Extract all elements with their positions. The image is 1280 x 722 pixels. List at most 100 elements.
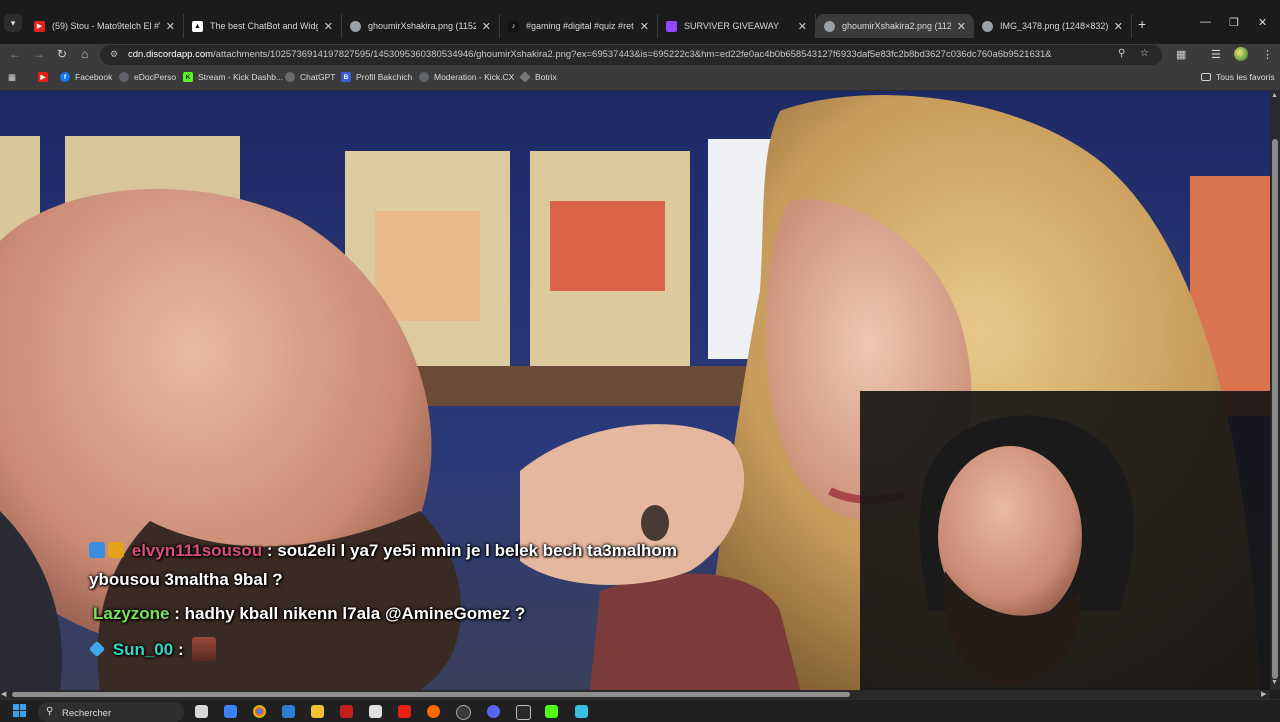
home-icon[interactable]: ⌂ <box>81 47 88 61</box>
taskbar-search[interactable]: ⚲ Rechercher <box>38 702 184 722</box>
close-icon[interactable]: ✕ <box>1114 20 1123 33</box>
epic-games-icon[interactable] <box>516 705 531 720</box>
tab-title: SURVIVER GIVEAWAY <box>684 21 780 31</box>
chat-username: Sun_00 <box>112 640 174 659</box>
globe-icon <box>824 20 835 32</box>
url-host: cdn.discordapp.com <box>128 49 214 60</box>
profile-avatar[interactable] <box>1234 47 1248 61</box>
tab-title: IMG_3478.png (1248×832) <box>1000 21 1108 31</box>
store-icon[interactable] <box>282 705 295 718</box>
tab-title: The best ChatBot and Widgets <box>210 21 318 31</box>
chrome-icon[interactable] <box>253 705 266 718</box>
app-red-icon[interactable] <box>340 705 353 718</box>
scroll-up-icon[interactable]: ▲ <box>1271 92 1278 99</box>
restore-icon[interactable]: ❐ <box>1229 16 1239 29</box>
firefox-icon[interactable] <box>427 705 440 718</box>
tab-chatbot[interactable]: ▲ The best ChatBot and Widgets ✕ <box>184 14 342 38</box>
globe-icon <box>982 20 993 32</box>
app-grid-icon[interactable] <box>369 705 382 718</box>
task-view-icon[interactable] <box>195 705 208 718</box>
horizontal-scrollbar[interactable]: ◀ ▶ <box>0 690 1270 699</box>
scroll-right-icon[interactable]: ▶ <box>1261 690 1266 698</box>
close-icon[interactable]: ✕ <box>324 20 333 33</box>
window-close-icon[interactable]: ✕ <box>1258 16 1267 29</box>
bookmark-youtube[interactable]: ▶ <box>38 72 53 82</box>
close-icon[interactable]: ✕ <box>166 20 175 33</box>
tiktok-icon: ♪ <box>508 20 519 32</box>
displayed-photo <box>0 91 1270 690</box>
bookmark-label: Botrix <box>535 72 557 82</box>
youtube-icon[interactable] <box>398 705 411 718</box>
bookmark-facebook[interactable]: f Facebook <box>60 72 112 82</box>
kick-icon[interactable] <box>545 705 558 718</box>
extensions-icon[interactable]: ▦ <box>1176 48 1186 61</box>
file-explorer-icon[interactable] <box>311 705 324 718</box>
chat-username: Lazyzone <box>93 604 170 623</box>
close-icon[interactable]: ✕ <box>957 20 966 33</box>
tab-ghoumir-png[interactable]: ghoumirXshakira.png (1152×8 ✕ <box>342 14 500 38</box>
all-bookmarks[interactable]: Tous les favoris <box>1201 72 1275 82</box>
all-bookmarks-label: Tous les favoris <box>1216 72 1275 82</box>
tab-search-button[interactable]: ▾ <box>4 14 22 32</box>
botrix-icon <box>519 71 531 83</box>
copilot-icon[interactable] <box>224 705 237 718</box>
menu-icon[interactable]: ⋮ <box>1262 48 1273 61</box>
tab-strip: ▾ ▶ (59) Stou - Mato9telch El #Vib ✕ ▲ T… <box>0 0 1280 45</box>
tab-img-3478[interactable]: IMG_3478.png (1248×832) ✕ <box>974 14 1132 38</box>
discord-icon[interactable] <box>487 705 500 718</box>
bookmark-label: Moderation - Kick.CX <box>434 72 515 82</box>
reload-icon[interactable]: ↻ <box>57 47 67 61</box>
steam-icon[interactable] <box>456 705 471 720</box>
forward-icon[interactable]: → <box>33 47 45 61</box>
close-icon[interactable]: ✕ <box>640 20 649 33</box>
address-bar[interactable]: ⚙ cdn.discordapp.com/attachments/1025736… <box>100 45 1162 65</box>
bookmarks-bar: ▦ ▶ f Facebook eDocPerso K Stream - Kick… <box>0 66 1280 91</box>
tab-title: ghoumirXshakira.png (1152×8 <box>368 21 476 31</box>
bookmark-star-icon[interactable]: ☆ <box>1140 48 1149 59</box>
bookmark-edocperso[interactable]: eDocPerso <box>119 72 176 82</box>
close-icon[interactable]: ✕ <box>482 20 491 33</box>
new-tab-button[interactable]: + <box>1138 16 1146 32</box>
apps-icon[interactable]: ▦ <box>8 72 16 83</box>
tab-ghoumir2-png[interactable]: ghoumirXshakira2.png (1120×8 ✕ <box>816 14 974 38</box>
gear-icon <box>119 72 129 82</box>
image-viewer[interactable]: elvyn111sousou : sou2eli l ya7 ye5i mnin… <box>0 91 1270 690</box>
youtube-icon: ▶ <box>34 20 45 32</box>
bookmark-botrix[interactable]: Botrix <box>519 71 557 83</box>
youtube-icon: ▶ <box>38 72 48 82</box>
back-icon[interactable]: ← <box>9 47 21 61</box>
chat-text: : sou2eli l ya7 ye5i mnin je l belek bec… <box>266 541 677 560</box>
reading-list-icon[interactable]: ☰ <box>1211 48 1221 61</box>
tab-list: ▶ (59) Stou - Mato9telch El #Vib ✕ ▲ The… <box>26 14 1132 38</box>
notepad-icon[interactable] <box>575 705 588 718</box>
site-info-icon[interactable]: ⚙ <box>110 49 118 60</box>
bookmark-chatgpt[interactable]: ChatGPT <box>285 72 335 82</box>
scrollbar-thumb[interactable] <box>12 692 850 697</box>
close-icon[interactable]: ✕ <box>798 20 807 33</box>
vertical-scrollbar[interactable]: ▲ ▼ <box>1270 91 1280 690</box>
scroll-left-icon[interactable]: ◀ <box>1 690 6 698</box>
bookmark-label: eDocPerso <box>134 72 177 82</box>
tab-youtube[interactable]: ▶ (59) Stou - Mato9telch El #Vib ✕ <box>26 14 184 38</box>
tab-title: (59) Stou - Mato9telch El #Vib <box>52 21 160 31</box>
bookmark-label: Profil Bakchich <box>356 72 413 82</box>
bookmark-kick-dashboard[interactable]: K Stream - Kick Dashb... <box>183 72 283 82</box>
chatgpt-icon <box>285 72 295 82</box>
chat-text: ybousou 3maltha 9bal ? <box>89 570 283 589</box>
scrollbar-thumb[interactable] <box>1272 139 1278 679</box>
tab-giveaway[interactable]: SURVIVER GIVEAWAY ✕ <box>658 14 816 38</box>
bookmark-profil-bakchich[interactable]: B Profil Bakchich <box>341 72 412 82</box>
globe-icon <box>350 20 361 32</box>
chat-text: : <box>177 640 184 659</box>
bookmark-moderation-kick[interactable]: Moderation - Kick.CX <box>419 72 514 82</box>
tab-tiktok[interactable]: ♪ #gaming #digital #quiz #retro ✕ <box>500 14 658 38</box>
zoom-icon[interactable]: ⚲ <box>1118 48 1125 59</box>
scroll-down-icon[interactable]: ▼ <box>1271 679 1278 686</box>
kick-icon: K <box>183 72 193 82</box>
minimize-icon[interactable]: — <box>1200 16 1211 28</box>
url-text[interactable]: cdn.discordapp.com/attachments/102573691… <box>128 49 1108 60</box>
url-path: /attachments/1025736914197827595/1453095… <box>213 49 1052 60</box>
windows-start-icon[interactable] <box>13 704 27 718</box>
streamelements-icon: ▲ <box>192 20 203 32</box>
search-placeholder: Rechercher <box>62 708 112 719</box>
